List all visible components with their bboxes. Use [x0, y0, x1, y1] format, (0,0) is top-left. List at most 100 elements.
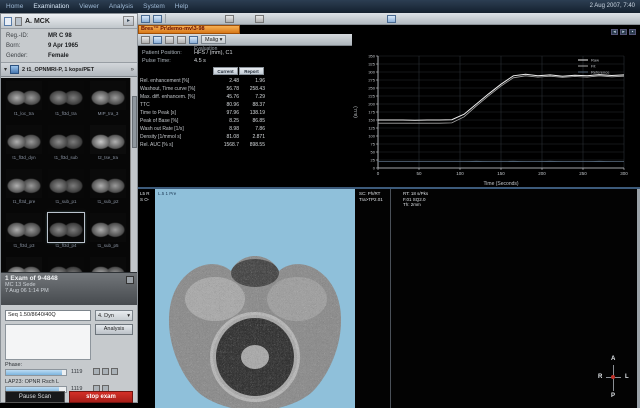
svg-text:300: 300 — [368, 70, 375, 75]
analysis-button[interactable]: Analysis — [95, 324, 133, 335]
active-window-title[interactable]: Bres™ Pr\demo-mv\3-98 — [138, 25, 240, 34]
exam-icon[interactable] — [126, 276, 134, 284]
thumbnail-image[interactable] — [90, 213, 126, 242]
phase-progress-fill — [6, 370, 62, 375]
svg-text:25: 25 — [371, 158, 376, 163]
sidebar-collapse-button[interactable]: ▸ — [123, 16, 134, 26]
malignancy-dropdown[interactable]: Malig ▾ — [201, 35, 226, 44]
option-icon[interactable] — [93, 368, 100, 375]
menu-bar: Home Examination Viewer Analysis System Help — [0, 0, 640, 13]
pencil-icon[interactable] — [177, 36, 186, 44]
option-icon[interactable] — [111, 368, 118, 375]
roi-icon[interactable] — [153, 36, 162, 44]
thumbnail-image[interactable] — [90, 125, 126, 154]
layout-icon[interactable] — [225, 15, 234, 23]
capture-icon[interactable] — [387, 15, 396, 23]
menu-item-system[interactable]: System — [143, 3, 165, 10]
time-intensity-chart[interactable]: 0255075100125150175200225250275300325350… — [352, 46, 640, 187]
param-current-value: 45.76 — [214, 94, 239, 100]
thumbnail-image[interactable] — [48, 125, 84, 154]
workspace: Bres™ Pr\demo-mv\3-98 Malig ▾ ◂ ▸ ▪ Eval… — [138, 13, 640, 408]
thumbnail-image[interactable] — [90, 81, 126, 110]
thumbnail-image[interactable] — [48, 81, 84, 110]
thumbnail-image[interactable] — [48, 213, 84, 242]
option-icon[interactable] — [102, 368, 109, 375]
series-thumbnail[interactable]: t1_fl3d_p6 — [4, 256, 44, 272]
thumbnail-image[interactable] — [48, 257, 84, 272]
thumbnail-image[interactable] — [6, 125, 42, 154]
series-thumbnail[interactable]: t1_loc_tra — [4, 80, 44, 124]
chevron-right-icon[interactable]: » — [131, 67, 134, 73]
param-current-value: 1568.7 — [214, 142, 239, 148]
series-thumbnail[interactable]: t2_tse_tra — [88, 124, 128, 168]
table-row: Rel. enhancement [%]2.481.96 — [140, 78, 350, 86]
thumbnail-image[interactable] — [90, 169, 126, 198]
thumbnail-image[interactable] — [90, 257, 126, 272]
series-selector[interactable]: ▾ 2 t1_OPNMRI-P, 1 kops/PET » — [1, 62, 137, 77]
zoom-icon[interactable] — [165, 36, 174, 44]
pin-icon[interactable] — [15, 17, 22, 26]
param-report-value: 86.85 — [240, 118, 265, 124]
thumbnail-image[interactable] — [6, 81, 42, 110]
svg-text:0: 0 — [377, 171, 380, 176]
series-thumbnail[interactable]: t1_fl3d_sub — [46, 124, 86, 168]
stop-exam-button[interactable]: stop exam — [69, 391, 133, 403]
thumbnail-image[interactable] — [6, 257, 42, 272]
pause-scan-button[interactable]: Pause Scan — [5, 391, 65, 403]
pointer-icon[interactable] — [141, 36, 150, 44]
open-icon[interactable] — [141, 15, 150, 23]
series-thumbnail[interactable]: t1_sub_p1 — [46, 168, 86, 212]
series-thumbnail[interactable]: t1_sub_p2 — [88, 168, 128, 212]
thumbnail-caption: t1_loc_tra — [4, 111, 44, 116]
thumbnail-image[interactable] — [6, 169, 42, 198]
prev-icon[interactable]: ◂ — [611, 29, 618, 35]
series-thumbnail[interactable]: t1_fl3d_pre — [4, 168, 44, 212]
menu-item-examination[interactable]: Examination — [33, 3, 69, 10]
series-thumbnail[interactable]: t1_fl3d_p4 — [46, 212, 86, 256]
exam-section-header[interactable]: 1 Exam of 9-4848 MC 13 Sede 7 Aug 06 1:1… — [1, 272, 137, 305]
menu-item-analysis[interactable]: Analysis — [109, 3, 133, 10]
param-label: Time to Peak [s] — [140, 110, 176, 116]
sequence-input[interactable]: Seq 1.50/8640/40Q — [5, 310, 91, 321]
series-thumbnail[interactable]: t1_fl3d_p3 — [4, 212, 44, 256]
thumbnail-image[interactable] — [48, 169, 84, 198]
sequence-listbox[interactable] — [5, 324, 91, 360]
chevron-down-icon[interactable]: ▾ — [4, 66, 7, 73]
param-label: Max. diff. enhancem. [%] — [140, 94, 195, 100]
series-thumbnail[interactable]: t1_sub_p7 — [46, 256, 86, 272]
dyn-dropdown[interactable]: 4. Dyn ▾ — [95, 310, 133, 321]
menu-item-home[interactable]: Home — [6, 3, 23, 10]
gallery-scroll-thumb[interactable] — [132, 96, 137, 148]
param-report-value: 898.55 — [240, 142, 265, 148]
series-thumbnail[interactable]: t1_sub_p5 — [88, 212, 128, 256]
save-icon[interactable] — [153, 15, 162, 23]
mri-colormap-view[interactable]: L.5 1 Pre — [155, 189, 355, 408]
series-thumbnail[interactable]: t1_fl3d_dyn — [4, 124, 44, 168]
mri-image-quadrant[interactable]: L5 R S O- — [138, 189, 355, 408]
secondary-view-quadrant[interactable]: SC: Ph/RT Tra>TP2.01 RT: 18 s/Pks F.01 S… — [355, 189, 640, 408]
eraser-icon[interactable] — [255, 15, 264, 23]
patient-header: A. MCK ▸ — [1, 14, 137, 29]
compass-center-dot — [611, 375, 615, 379]
exam-date: 7 Aug 06 1:14 PM — [5, 288, 133, 294]
table-header-cell[interactable]: Current — [213, 67, 238, 75]
series-thumbnail[interactable]: t1_fl3d_tra — [46, 80, 86, 124]
menu-item-help[interactable]: Help — [175, 3, 188, 10]
close-icon[interactable]: ▪ — [629, 29, 636, 35]
orientation-posterior: P — [611, 393, 615, 399]
lock-icon[interactable] — [189, 36, 198, 44]
thumbnail-image[interactable] — [6, 213, 42, 242]
menu-item-viewer[interactable]: Viewer — [79, 3, 99, 10]
patient-doc-icon — [4, 17, 12, 26]
gallery-scrollbar[interactable] — [130, 78, 137, 272]
param-current-value: 8.98 — [214, 126, 239, 132]
analysis-toolbar: Malig ▾ — [138, 34, 352, 46]
thumbnail-caption: t2_tse_tra — [88, 155, 128, 160]
dicom-info-row: Pulse Time:4.5 s — [142, 58, 206, 64]
param-label: Washout, Time curve [%] — [140, 86, 195, 92]
next-icon[interactable]: ▸ — [620, 29, 627, 35]
table-row: Time to Peak [s]97.96138.19 — [140, 110, 350, 118]
series-thumbnail[interactable]: t1_sub_p8 — [88, 256, 128, 272]
series-thumbnail[interactable]: MIP_tra_3 — [88, 80, 128, 124]
table-header-cell[interactable]: Report — [239, 67, 264, 75]
